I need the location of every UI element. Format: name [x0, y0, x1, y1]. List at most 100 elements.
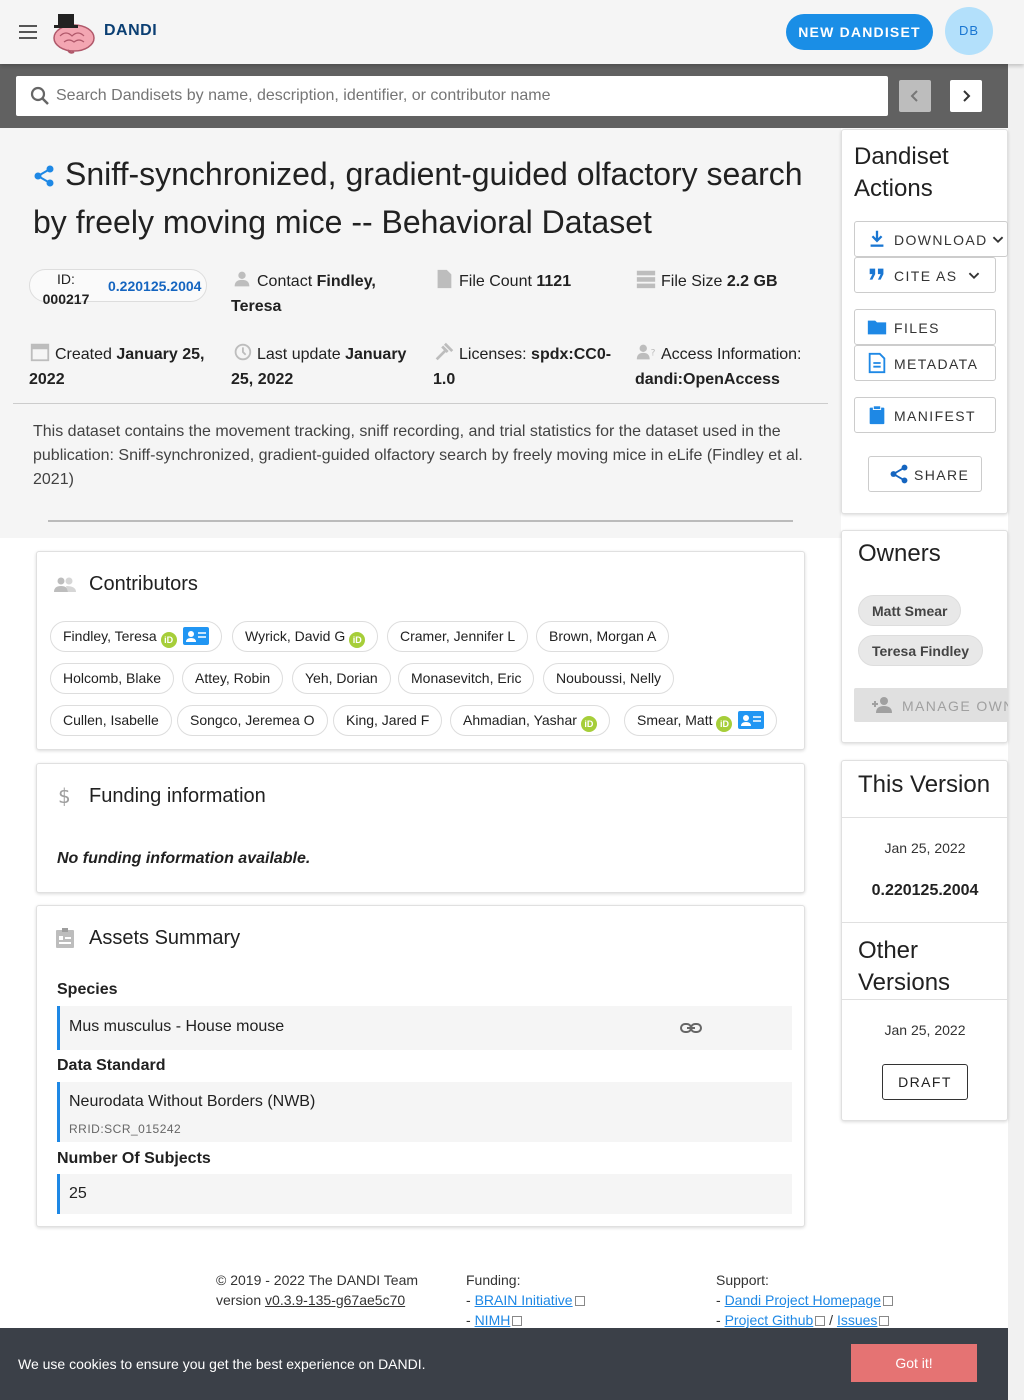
chevron-left-icon: [910, 90, 918, 102]
funding-label: Funding:: [466, 1272, 521, 1288]
manage-owners-button[interactable]: MANAGE OWNERS: [854, 688, 1008, 722]
nimh-link[interactable]: NIMH: [475, 1312, 511, 1328]
contributor-chip[interactable]: Wyrick, David GiD: [232, 621, 379, 652]
file-count: 1121: [536, 273, 572, 290]
app-bar: DANDI NEW DANDISET DB: [0, 0, 1024, 64]
contact-card-icon[interactable]: [182, 627, 209, 645]
last-update-info: Last update January 25, 2022: [231, 341, 421, 392]
this-version-number[interactable]: 0.220125.2004: [842, 882, 1008, 900]
id-label: ID:: [57, 271, 75, 287]
contributor-chip[interactable]: Findley, Teresa iD: [50, 621, 222, 652]
contributor-chip[interactable]: Attey, Robin: [182, 663, 284, 694]
orcid-icon[interactable]: iD: [349, 632, 366, 648]
data-standard-value-box: Neurodata Without Borders (NWB) RRID:SCR…: [57, 1082, 792, 1142]
external-link-icon: [882, 1296, 893, 1306]
files-button[interactable]: FILES: [854, 309, 996, 345]
version-label: version: [216, 1292, 262, 1308]
cookie-text: We use cookies to ensure you get the bes…: [18, 1356, 426, 1372]
contact-label: Contact: [257, 273, 313, 290]
contributor-chip[interactable]: Smear, Matt iD: [624, 705, 778, 736]
last-update-label: Last update: [257, 346, 341, 363]
licenses-label: Licenses:: [459, 346, 527, 363]
data-standard-label: Data Standard: [57, 1057, 166, 1074]
funding-title: Funding information: [89, 785, 266, 807]
contributor-chip[interactable]: Cullen, Isabelle: [50, 705, 172, 736]
dandiset-id: 000217: [42, 291, 90, 307]
manifest-button[interactable]: MANIFEST: [854, 397, 996, 433]
contributor-chip[interactable]: Yeh, Dorian: [292, 663, 391, 694]
contributor-chip[interactable]: King, Jared F: [333, 705, 443, 736]
contributor-chip[interactable]: Nouboussi, Nelly: [543, 663, 675, 694]
chevron-down-icon: [965, 264, 983, 286]
contributor-chip[interactable]: Monasevitch, Eric: [398, 663, 535, 694]
svg-text:$: $: [58, 784, 71, 808]
svg-text:?: ?: [651, 348, 656, 359]
funding-card: [36, 763, 805, 893]
subjects-value-box: 25: [57, 1174, 792, 1214]
external-link-icon: [574, 1296, 585, 1306]
owner-chip[interactable]: Matt Smear: [858, 595, 962, 626]
search-placeholder: Search Dandisets by name, description, i…: [56, 87, 551, 104]
link-icon[interactable]: [679, 1016, 703, 1040]
user-avatar[interactable]: DB: [945, 7, 993, 55]
metadata-button[interactable]: METADATA: [854, 345, 996, 381]
footer-support: Support: - Dandi Project Homepage - Proj…: [716, 1270, 996, 1330]
chevron-right-icon: [963, 90, 971, 102]
calendar-icon: [29, 341, 51, 363]
menu-icon[interactable]: [16, 20, 40, 44]
scrollbar[interactable]: [1008, 64, 1024, 1400]
homepage-link[interactable]: Dandi Project Homepage: [725, 1292, 881, 1308]
license-info: Licenses: spdx:CC0-1.0: [433, 341, 623, 392]
contributor-chip[interactable]: Cramer, Jennifer L: [387, 621, 529, 652]
brand-name[interactable]: DANDI: [104, 22, 157, 40]
search-input[interactable]: Search Dandisets by name, description, i…: [16, 76, 888, 116]
other-versions-title: Other Versions: [858, 937, 951, 996]
download-button[interactable]: DOWNLOAD: [854, 221, 1008, 257]
share-button[interactable]: SHARE: [868, 456, 982, 492]
contributor-chip[interactable]: Songco, Jeremea O: [177, 705, 328, 736]
search-bar: Search Dandisets by name, description, i…: [0, 64, 1008, 128]
copyright-text: © 2019 - 2022 The DANDI Team: [216, 1272, 419, 1288]
dandiset-description: This dataset contains the movement track…: [33, 423, 803, 488]
external-link-icon: [512, 1316, 523, 1326]
prev-dandiset-button[interactable]: [899, 80, 931, 112]
orcid-icon[interactable]: iD: [716, 716, 733, 732]
created-info: Created January 25, 2022: [29, 341, 219, 392]
dandiset-version-link[interactable]: 0.220125.2004: [108, 278, 201, 294]
contributor-chip[interactable]: Holcomb, Blake: [50, 663, 175, 694]
dandi-logo[interactable]: [50, 10, 96, 54]
cookie-accept-button[interactable]: Got it!: [851, 1344, 977, 1382]
next-dandiset-button[interactable]: [950, 80, 982, 112]
version-link[interactable]: v0.3.9-135-g67ae5c70: [265, 1292, 405, 1308]
person-question-icon: ?: [635, 341, 657, 363]
owner-chip[interactable]: Teresa Findley: [858, 635, 984, 666]
chevron-down-icon: [989, 228, 1007, 250]
data-standard-rrid: RRID:SCR_015242: [69, 1122, 182, 1136]
contributors-title: Contributors: [89, 573, 198, 595]
species-value: Mus musculus - House mouse: [69, 1018, 285, 1035]
cite-as-button[interactable]: CITE AS: [854, 257, 996, 293]
this-version-date: Jan 25, 2022: [884, 840, 966, 856]
contributor-chip[interactable]: Brown, Morgan A: [536, 621, 670, 652]
species-value-box: Mus musculus - House mouse: [57, 1006, 792, 1050]
no-funding-text: No funding information available.: [57, 850, 311, 867]
assets-summary-title: Assets Summary: [89, 927, 241, 949]
issues-link[interactable]: Issues: [837, 1312, 877, 1328]
search-icon: [28, 84, 52, 108]
new-dandiset-button[interactable]: NEW DANDISET: [786, 14, 933, 50]
github-link[interactable]: Project Github: [725, 1312, 814, 1328]
orcid-icon[interactable]: iD: [580, 716, 597, 732]
created-label: Created: [55, 346, 112, 363]
gavel-icon: [433, 341, 455, 363]
contributor-chip[interactable]: Ahmadian, Yashar iD: [450, 705, 610, 736]
this-version-title: This Version: [858, 771, 991, 798]
contact-card-icon[interactable]: [738, 711, 765, 729]
external-link-icon: [815, 1316, 826, 1326]
share-icon[interactable]: [33, 164, 55, 188]
orcid-icon[interactable]: iD: [160, 632, 177, 648]
other-version-date: Jan 25, 2022: [884, 1022, 966, 1038]
file-count-label: File Count: [459, 273, 532, 290]
storage-icon: [635, 268, 657, 290]
draft-version-button[interactable]: DRAFT: [882, 1064, 968, 1100]
brain-initiative-link[interactable]: BRAIN Initiative: [475, 1292, 573, 1308]
